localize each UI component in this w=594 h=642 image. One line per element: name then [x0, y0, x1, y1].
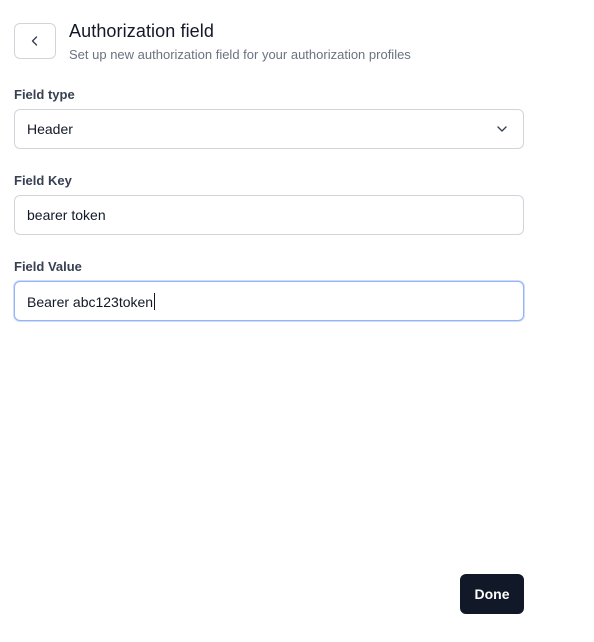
- field-value-label: Field Value: [14, 259, 82, 274]
- page-title: Authorization field: [69, 21, 214, 41]
- field-key-label: Field Key: [14, 173, 72, 188]
- field-type-label: Field type: [14, 87, 75, 102]
- authorization-field-panel: Authorization field Set up new authoriza…: [0, 0, 594, 642]
- text-cursor: [154, 292, 156, 310]
- field-value-input[interactable]: Bearer abc123token: [14, 281, 524, 321]
- done-button[interactable]: Done: [460, 574, 524, 614]
- field-value-value: Bearer abc123token: [27, 293, 154, 310]
- field-type-select[interactable]: Header: [14, 109, 524, 149]
- chevron-left-icon: [31, 36, 38, 46]
- chevron-down-icon: [497, 126, 507, 132]
- back-button[interactable]: [14, 23, 56, 59]
- field-type-value: Header: [27, 121, 73, 137]
- page-subtitle: Set up new authorization field for your …: [69, 47, 411, 62]
- field-key-value: bearer token: [27, 207, 106, 223]
- field-key-input[interactable]: bearer token: [14, 195, 524, 235]
